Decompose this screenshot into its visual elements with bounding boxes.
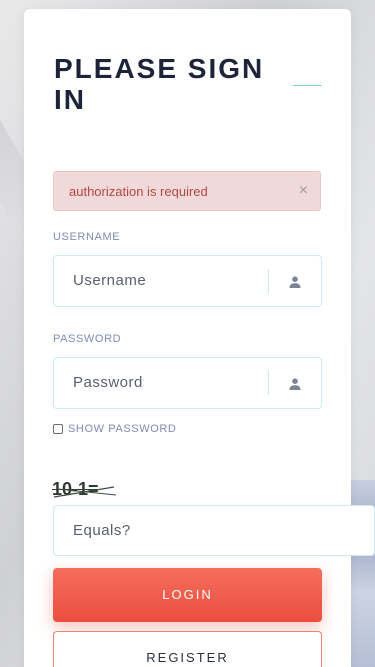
- username-field[interactable]: Username: [53, 255, 322, 307]
- field-divider: [268, 371, 269, 395]
- captcha-answer-field[interactable]: Equals?: [53, 505, 375, 556]
- title-accent-line: [293, 85, 322, 86]
- login-button[interactable]: LOGIN: [53, 568, 322, 622]
- alert-message: authorization is required: [69, 184, 208, 199]
- user-icon: [289, 276, 301, 288]
- captcha-image: 10-1=: [52, 475, 122, 503]
- captcha-noise-lines: [53, 486, 117, 498]
- field-divider: [268, 269, 269, 293]
- error-alert: authorization is required ×: [53, 171, 321, 211]
- password-placeholder: Password: [73, 374, 143, 391]
- username-placeholder: Username: [73, 272, 147, 289]
- login-card: PLEASE SIGN IN authorization is required…: [24, 9, 375, 667]
- page-title: PLEASE SIGN IN: [54, 53, 265, 115]
- captcha-answer-placeholder: Equals?: [73, 522, 131, 539]
- show-password-label: SHOW PASSWORD: [68, 423, 177, 435]
- username-label: USERNAME: [53, 231, 121, 243]
- password-field[interactable]: Password: [53, 357, 322, 409]
- close-icon[interactable]: ×: [299, 182, 308, 200]
- register-button[interactable]: REGISTER: [53, 631, 322, 667]
- password-label: PASSWORD: [53, 333, 122, 345]
- show-password-toggle[interactable]: SHOW PASSWORD: [53, 423, 176, 435]
- user-icon: [289, 378, 301, 390]
- show-password-checkbox[interactable]: [53, 424, 63, 434]
